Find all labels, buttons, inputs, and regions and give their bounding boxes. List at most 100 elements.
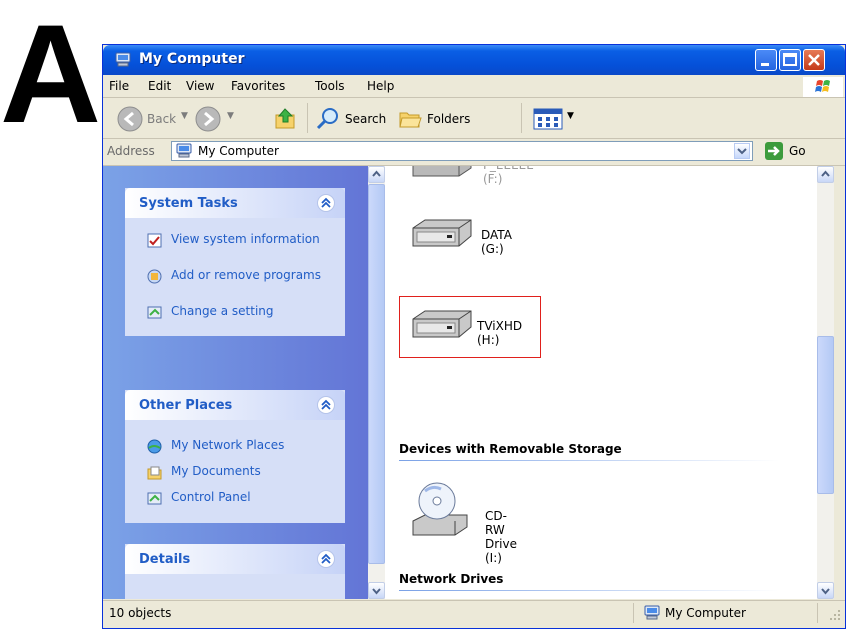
drive-item-data[interactable]: DATA (G:) [411,218,512,256]
menu-tools[interactable]: Tools [315,79,345,93]
folders-label: Folders [427,112,471,126]
search-icon [316,108,338,130]
chevron-down-icon [372,588,381,595]
hard-drive-icon [412,166,472,177]
address-label: Address [107,144,155,158]
overlay-letter: A [0,0,101,152]
other-places-header[interactable]: Other Places [125,390,345,420]
my-computer-icon [644,605,660,620]
menu-help[interactable]: Help [367,79,394,93]
menu-file[interactable]: File [109,79,129,93]
views-dropdown-icon: ▼ [567,111,574,121]
menu-view[interactable]: View [186,79,214,93]
address-value: My Computer [198,144,279,158]
place-label: Control Panel [171,490,251,504]
drive-label: TViXHD (H:) [477,319,523,347]
drive-label: DATA (G:) [481,228,512,256]
my-computer-icon [115,52,131,68]
chevron-up-icon [372,170,381,177]
menu-favorites[interactable]: Favorites [231,79,285,93]
task-pane: System Tasks View system information Add… [103,166,368,599]
menu-bar: File Edit View Favorites Tools Help [103,75,845,98]
scroll-thumb[interactable] [817,336,834,494]
network-places-icon [147,439,162,454]
content-scrollbar[interactable] [817,166,834,599]
menu-edit[interactable]: Edit [148,79,171,93]
task-label: Change a setting [171,304,274,318]
address-dropdown-button[interactable] [734,143,750,159]
status-location: My Computer [665,606,746,620]
title-bar[interactable]: My Computer [103,45,845,75]
place-label: My Documents [171,464,261,478]
collapse-button[interactable] [317,396,335,414]
other-places-title: Other Places [139,398,233,413]
scroll-up-button[interactable] [368,166,385,183]
back-arrow-icon [117,106,143,132]
control-panel-icon [147,306,162,319]
windows-logo-icon [803,77,843,97]
status-object-count: 10 objects [109,606,172,620]
status-bar: 10 objects My Computer [103,600,845,625]
control-panel-icon [147,492,162,505]
go-button[interactable] [765,142,783,160]
toolbar: Back ▼ ▼ Search Folders ▼ [103,98,845,139]
forward-button[interactable]: ▼ [195,106,241,132]
hard-drive-icon [412,310,472,338]
system-tasks-panel: System Tasks View system information Add… [125,188,345,336]
back-label: Back [147,112,177,126]
up-folder-button[interactable] [273,106,299,132]
double-chevron-up-icon [321,197,331,208]
status-separator [817,603,818,623]
details-header[interactable]: Details [125,544,345,574]
group-network-drives: Network Drives [399,572,504,586]
group-divider [399,590,779,591]
back-button[interactable]: Back ▼ [117,106,189,132]
collapse-button[interactable] [317,194,335,212]
forward-arrow-icon [195,106,221,132]
chevron-down-icon [737,148,747,155]
add-remove-programs-icon [147,269,162,284]
group-removable-storage: Devices with Removable Storage [399,442,622,456]
system-info-icon [147,233,162,248]
folders-button[interactable]: Folders [397,106,483,132]
address-input[interactable]: My Computer [171,141,753,161]
folders-icon [399,112,422,128]
content-area: F_EEEEE (F:) DATA (G:) TViXHD (H:) Devic… [385,166,817,599]
scroll-thumb[interactable] [368,184,385,564]
search-label: Search [345,112,387,126]
system-tasks-header[interactable]: System Tasks [125,188,345,218]
collapse-button[interactable] [317,550,335,568]
task-label: View system information [171,232,320,246]
drive-item-tvixhd[interactable]: TViXHD (H:) [411,309,522,347]
address-bar: Address My Computer Go [103,139,845,166]
back-dropdown-icon: ▼ [181,111,188,121]
drive-item-cdrw[interactable]: CD-RW Drive (I:) [411,481,517,565]
task-pane-scrollbar[interactable] [368,166,385,599]
details-panel: Details [125,544,345,599]
up-folder-icon [275,108,295,129]
details-title: Details [139,552,191,567]
status-separator [633,603,634,623]
scroll-down-button[interactable] [368,582,385,599]
scroll-up-button[interactable] [817,166,834,183]
other-places-panel: Other Places My Network Places My Docume… [125,390,345,523]
resize-grip-icon[interactable] [829,609,841,621]
drive-item[interactable]: F_EEEEE (F:) [411,166,534,186]
maximize-button[interactable] [779,49,801,71]
views-button[interactable]: ▼ [533,106,577,132]
search-button[interactable]: Search [315,106,391,132]
my-documents-icon [147,466,162,480]
go-label[interactable]: Go [789,144,806,158]
toolbar-separator [521,103,522,133]
drive-label: F_EEEEE (F:) [483,166,534,186]
double-chevron-up-icon [321,553,331,564]
window-title: My Computer [139,51,245,67]
toolbar-separator [307,103,308,133]
system-tasks-title: System Tasks [139,196,238,211]
close-button[interactable] [803,49,825,71]
hard-drive-icon [412,219,472,247]
chevron-down-icon [821,588,830,595]
my-computer-icon [176,143,192,158]
scroll-down-button[interactable] [817,582,834,599]
minimize-button[interactable] [755,49,777,71]
